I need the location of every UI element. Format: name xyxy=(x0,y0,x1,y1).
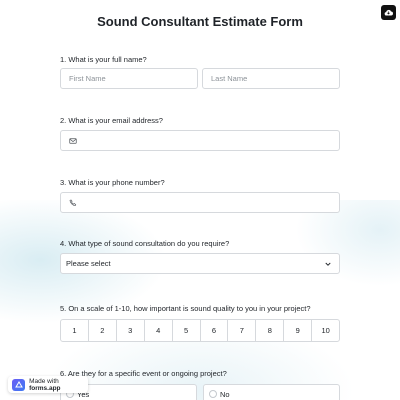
select-value: Please select xyxy=(66,259,111,268)
scale-option-4[interactable]: 4 xyxy=(145,320,173,341)
importance-scale: 1 2 3 4 5 6 7 8 9 10 xyxy=(60,319,340,342)
phone-icon xyxy=(69,198,77,206)
cloud-icon xyxy=(384,9,393,16)
envelope-icon xyxy=(69,137,77,144)
form-title: Sound Consultant Estimate Form xyxy=(97,14,303,29)
badge-prefix: Made with xyxy=(29,377,59,385)
last-name-placeholder: Last Name xyxy=(211,74,248,83)
choice-no-label: No xyxy=(220,390,230,399)
chevron-down-icon xyxy=(325,262,331,266)
first-name-input[interactable]: First Name xyxy=(60,68,198,89)
consultation-type-select[interactable]: Please select xyxy=(60,253,340,274)
badge-text: Made with forms.app xyxy=(29,378,88,392)
scale-option-5[interactable]: 5 xyxy=(173,320,201,341)
scale-option-2[interactable]: 2 xyxy=(89,320,117,341)
question-1-label: 1. What is your full name? xyxy=(60,55,147,64)
forms-app-logo-icon xyxy=(12,378,26,391)
scale-option-6[interactable]: 6 xyxy=(201,320,229,341)
first-name-placeholder: First Name xyxy=(69,74,106,83)
scale-option-8[interactable]: 8 xyxy=(256,320,285,341)
last-name-input[interactable]: Last Name xyxy=(202,68,340,89)
cloud-save-button[interactable] xyxy=(381,5,396,20)
made-with-badge[interactable]: Made with forms.app xyxy=(8,376,88,393)
question-3-label: 3. What is your phone number? xyxy=(60,178,165,187)
scale-option-1[interactable]: 1 xyxy=(61,320,89,341)
email-input[interactable] xyxy=(60,130,340,151)
scale-option-10[interactable]: 10 xyxy=(312,320,339,341)
scale-option-9[interactable]: 9 xyxy=(284,320,313,341)
choice-no[interactable]: No xyxy=(203,384,340,400)
badge-brand: forms.app xyxy=(29,384,61,392)
form-page: Sound Consultant Estimate Form 1. What i… xyxy=(0,0,400,400)
question-2-label: 2. What is your email address? xyxy=(60,116,163,125)
question-5-label: 5. On a scale of 1-10, how important is … xyxy=(60,304,311,313)
phone-input[interactable] xyxy=(60,192,340,213)
radio-no[interactable] xyxy=(209,390,217,398)
question-4-label: 4. What type of sound consultation do yo… xyxy=(60,239,230,248)
scale-option-7[interactable]: 7 xyxy=(228,320,257,341)
scale-option-3[interactable]: 3 xyxy=(117,320,145,341)
